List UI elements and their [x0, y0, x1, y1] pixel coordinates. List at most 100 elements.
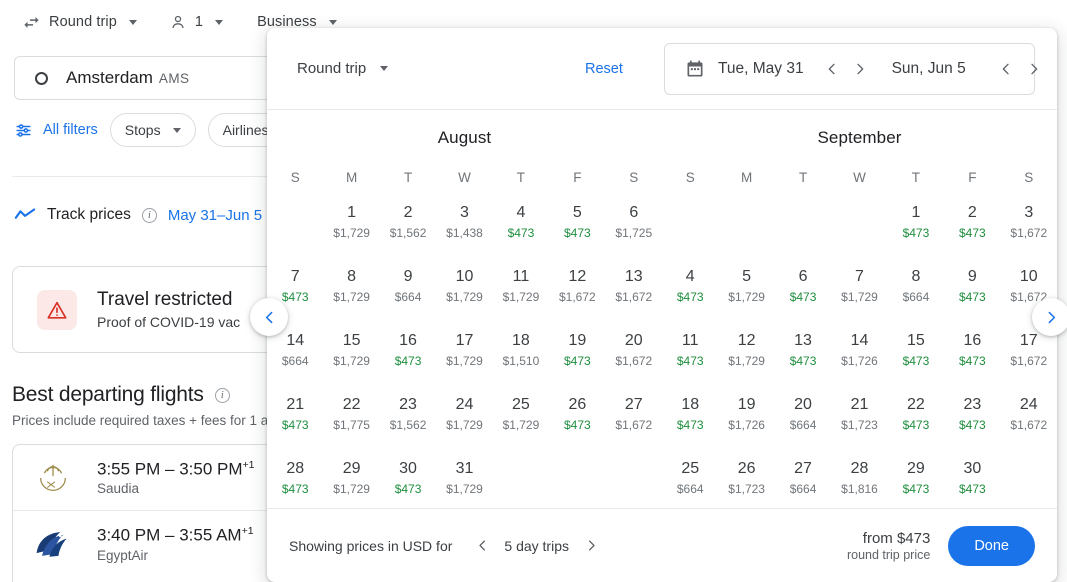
calendar-day[interactable]: 8 $664	[888, 261, 944, 313]
calendar-day[interactable]: 24 $1,729	[436, 389, 492, 441]
calendar-next-months-button[interactable]	[1032, 298, 1067, 336]
calendar-day[interactable]: 6 $1,725	[606, 197, 662, 249]
calendar-day-number: 19	[568, 332, 587, 349]
calendar-day[interactable]: 27 $664	[775, 453, 831, 505]
calendar-day[interactable]: 2 $473	[944, 197, 1000, 249]
calendar-day[interactable]: 21 $473	[267, 389, 323, 441]
trip-length-prev-button[interactable]	[468, 532, 496, 560]
filter-chip-stops-label: Stops	[124, 122, 161, 138]
calendar-day[interactable]: 4 $473	[493, 197, 549, 249]
calendar-day[interactable]: 4 $473	[662, 261, 718, 313]
calendar-day[interactable]: 14 $1,726	[831, 325, 887, 377]
calendar-day[interactable]: 20 $664	[775, 389, 831, 441]
calendar-day[interactable]: 3 $1,672	[1001, 197, 1057, 249]
calendar-day[interactable]: 19 $473	[549, 325, 605, 377]
calendar-day[interactable]: 24 $1,672	[1001, 389, 1057, 441]
calendar-day[interactable]: 26 $473	[549, 389, 605, 441]
calendar-day[interactable]: 27 $1,672	[606, 389, 662, 441]
calendar-day[interactable]: 22 $1,775	[323, 389, 379, 441]
month-title: August	[437, 128, 492, 147]
calendar-day[interactable]: 17 $1,729	[436, 325, 492, 377]
calendar-day[interactable]: 11 $1,729	[493, 261, 549, 313]
calendar-day[interactable]: 30 $473	[380, 453, 436, 505]
calendar-day-price: $473	[959, 290, 986, 304]
calendar-day-number: 22	[342, 396, 361, 413]
calendar-day[interactable]: 16 $473	[380, 325, 436, 377]
calendar-day[interactable]: 7 $1,729	[831, 261, 887, 313]
calendar-day[interactable]: 11 $473	[662, 325, 718, 377]
calendar-day[interactable]: 30 $473	[944, 453, 1000, 505]
calendar-day[interactable]: 20 $1,672	[606, 325, 662, 377]
filter-chip-stops[interactable]: Stops	[109, 113, 196, 147]
calendar-day-number: 3	[1024, 204, 1034, 221]
calendar-day[interactable]: 8 $1,729	[323, 261, 379, 313]
filter-bar: All filters Stops Airlines	[14, 113, 304, 147]
info-icon[interactable]: i	[214, 387, 230, 403]
calendar-day[interactable]: 22 $473	[888, 389, 944, 441]
calendar-day[interactable]: 23 $1,562	[380, 389, 436, 441]
calendar-day[interactable]: 16 $473	[944, 325, 1000, 377]
calendar-day[interactable]: 1 $1,729	[323, 197, 379, 249]
calendar-day[interactable]: 13 $473	[775, 325, 831, 377]
track-prices-row[interactable]: Track prices i May 31–Jun 5	[14, 200, 262, 230]
calendar-day[interactable]: 23 $473	[944, 389, 1000, 441]
return-next-day-button[interactable]	[1020, 55, 1048, 83]
calendar-day[interactable]: 9 $473	[944, 261, 1000, 313]
calendar-day-number: 2	[967, 204, 977, 221]
calendar-day[interactable]: 2 $1,562	[380, 197, 436, 249]
calendar-day[interactable]: 29 $1,729	[323, 453, 379, 505]
calendar-day[interactable]: 12 $1,672	[549, 261, 605, 313]
departure-next-day-button[interactable]	[846, 55, 874, 83]
calendar-day[interactable]: 21 $1,723	[831, 389, 887, 441]
calendar-day[interactable]: 15 $473	[888, 325, 944, 377]
calendar-day-empty	[662, 197, 718, 249]
calendar-day[interactable]: 31 $1,729	[436, 453, 492, 505]
done-button[interactable]: Done	[948, 525, 1035, 566]
calendar-day[interactable]: 6 $473	[775, 261, 831, 313]
from-price-value: from $473	[862, 529, 931, 547]
calendar-day-number: 8	[911, 268, 921, 285]
calendar-day-number: 17	[455, 332, 474, 349]
calendar-week-row: 14 $664 15 $1,729 16 $473 17 $1,729 18 $1,510 19 $4…	[267, 325, 662, 377]
info-icon[interactable]: i	[141, 207, 157, 223]
calendar-day-price: $473	[902, 354, 930, 368]
calendar-day[interactable]: 1 $473	[888, 197, 944, 249]
calendar-day[interactable]: 28 $1,816	[831, 453, 887, 505]
passengers-selector[interactable]: 1	[161, 4, 231, 40]
trip-type-selector[interactable]: Round trip	[14, 4, 145, 40]
calendar-day[interactable]: 26 $1,723	[718, 453, 774, 505]
trip-length-next-button[interactable]	[577, 532, 605, 560]
track-prices-dates[interactable]: May 31–Jun 5	[168, 207, 262, 224]
calendar-day[interactable]: 12 $1,729	[718, 325, 774, 377]
calendar-day[interactable]: 5 $1,729	[718, 261, 774, 313]
departure-date-cell[interactable]: Tue, May 31	[665, 44, 804, 94]
reset-button[interactable]: Reset	[585, 61, 623, 77]
calendar-day-number: 9	[967, 268, 977, 285]
calendar-day[interactable]: 13 $1,672	[606, 261, 662, 313]
calendar-day[interactable]: 18 $1,510	[493, 325, 549, 377]
calendar-day-price: $664	[281, 354, 309, 368]
calendar-prev-months-button[interactable]	[250, 298, 288, 336]
from-price-block: from $473 round trip price	[847, 530, 930, 562]
all-filters-button[interactable]: All filters	[14, 121, 98, 140]
calendar-day[interactable]: 28 $473	[267, 453, 323, 505]
calendar-day-number: 16	[963, 332, 982, 349]
calendar-day[interactable]: 15 $1,729	[323, 325, 379, 377]
return-prev-day-button[interactable]	[992, 55, 1020, 83]
calendar-day[interactable]: 29 $473	[888, 453, 944, 505]
calendar-day[interactable]: 9 $664	[380, 261, 436, 313]
return-date-cell[interactable]: Sun, Jun 5	[892, 44, 966, 94]
calendar-day[interactable]: 25 $1,729	[493, 389, 549, 441]
calendar-day[interactable]: 18 $473	[662, 389, 718, 441]
calendar-day[interactable]: 10 $1,729	[436, 261, 492, 313]
calendar-day[interactable]: 5 $473	[549, 197, 605, 249]
calendar-day[interactable]: 3 $1,438	[436, 197, 492, 249]
calendar-day[interactable]: 25 $664	[662, 453, 718, 505]
calendar-day-number: 10	[1019, 268, 1038, 285]
chevron-down-icon	[328, 19, 337, 25]
panel-trip-type-selector[interactable]: Round trip	[289, 54, 396, 83]
calendar-day[interactable]: 19 $1,726	[718, 389, 774, 441]
calendar-day-empty	[549, 453, 605, 505]
departure-prev-day-button[interactable]	[818, 55, 846, 83]
calendar-day-price: $473	[789, 290, 817, 304]
